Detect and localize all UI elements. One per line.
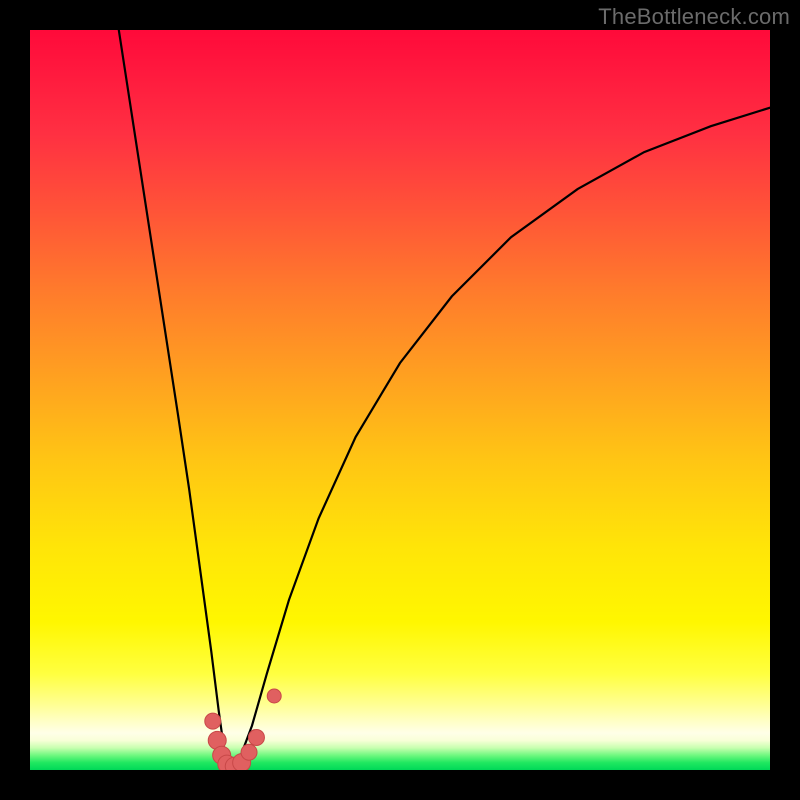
watermark-text: TheBottleneck.com bbox=[598, 4, 790, 30]
curve-svg bbox=[30, 30, 770, 770]
data-marker bbox=[205, 713, 221, 729]
bottleneck-curve-right bbox=[230, 108, 770, 770]
data-marker bbox=[267, 689, 281, 703]
chart-frame: TheBottleneck.com bbox=[0, 0, 800, 800]
data-marker bbox=[241, 744, 257, 760]
plot-area bbox=[30, 30, 770, 770]
data-marker bbox=[248, 729, 264, 745]
data-markers bbox=[205, 689, 281, 770]
bottleneck-curve-left bbox=[119, 30, 230, 770]
